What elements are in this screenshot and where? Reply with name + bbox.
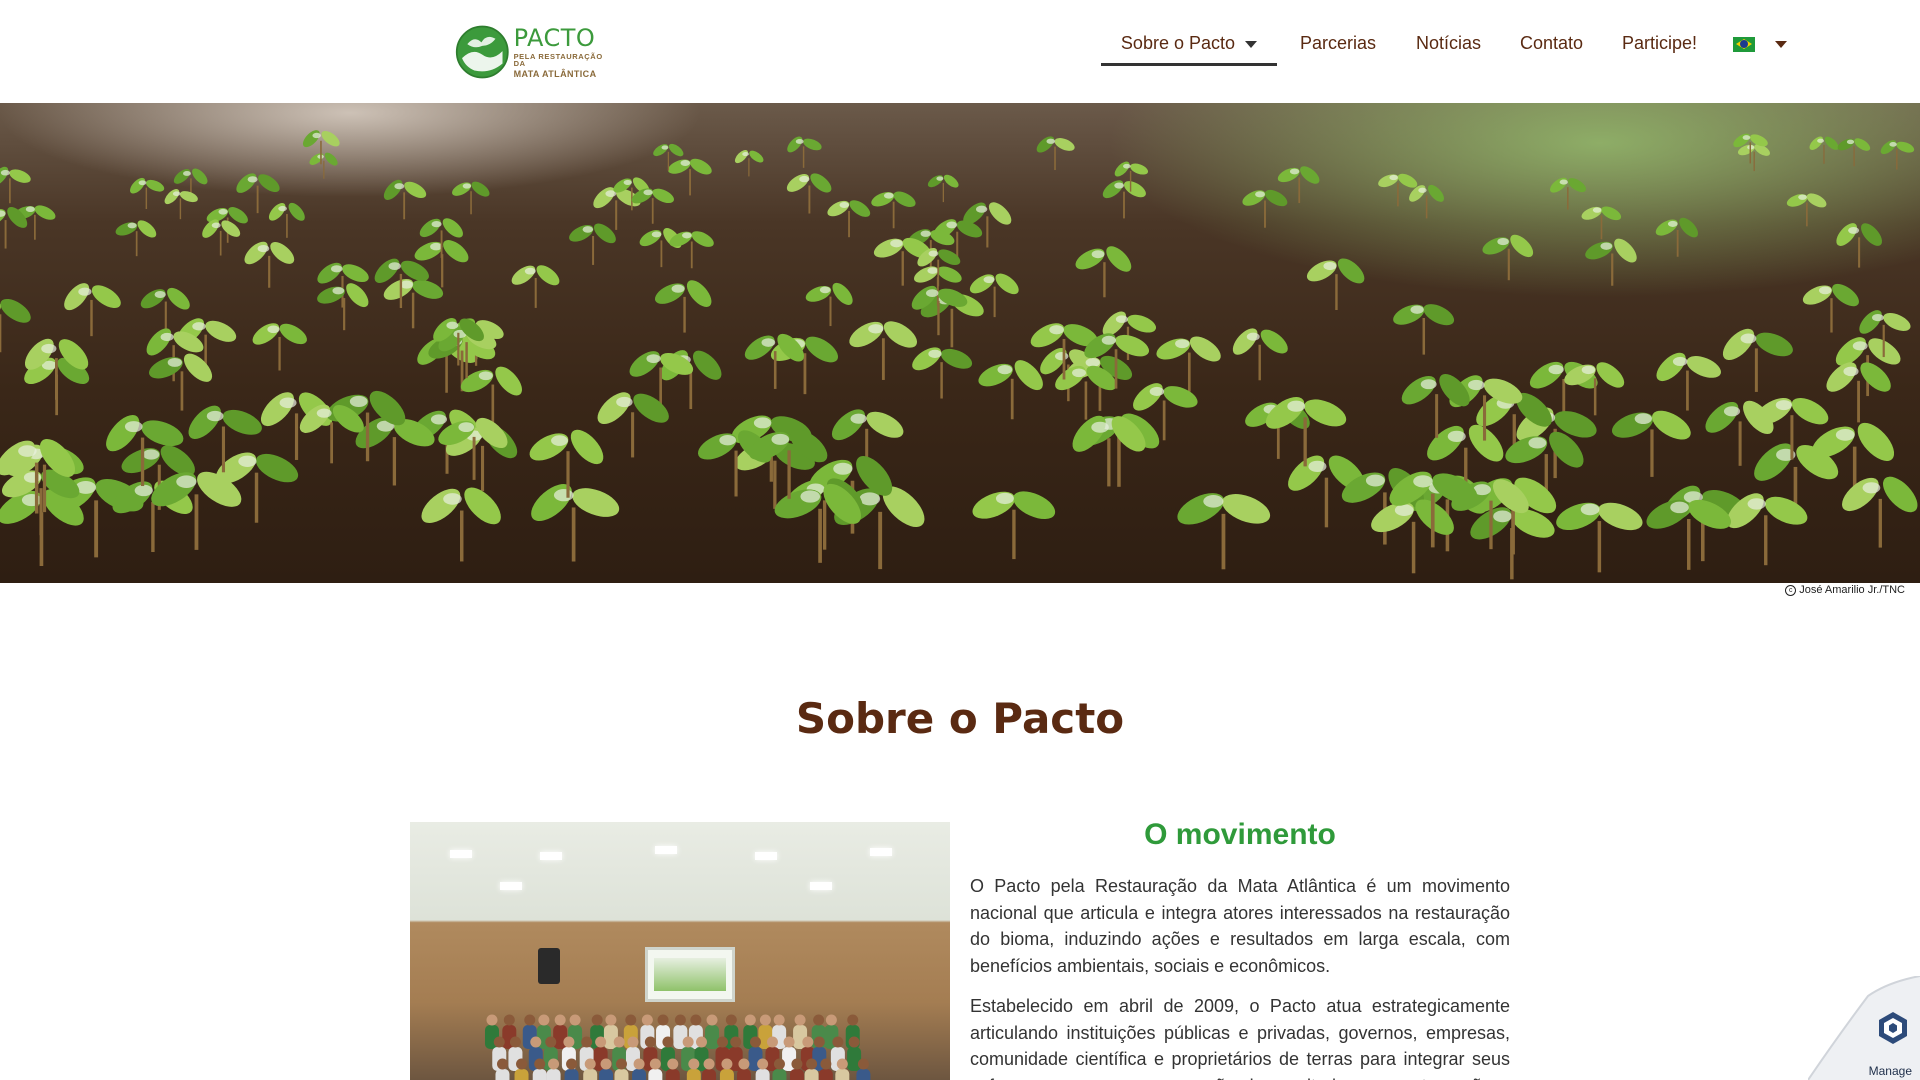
crowd-illustration (484, 1014, 871, 1080)
seedlings-illustration (0, 130, 1918, 580)
paragraph-1: O Pacto pela Restauração da Mata Atlânti… (970, 876, 1510, 976)
nav-item-label: Sobre o Pacto (1120, 33, 1235, 53)
nav-item-parcerias[interactable]: Parcerias (1300, 22, 1376, 64)
site-header: PACTO PELA RESTAURAÇÃO DA MATA ATLÂNTICA… (0, 0, 1920, 103)
copyright-icon: c (1785, 584, 1797, 596)
paragraph-2: Estabelecido em abril de 2009, o Pacto a… (970, 996, 1510, 1080)
nav-item-label: Participe! (1621, 33, 1697, 53)
brazil-flag-icon (1733, 36, 1755, 52)
photo-credit-text: José Amarilio Jr./TNC (1799, 584, 1905, 596)
logo-word: PACTO (513, 23, 596, 52)
group-photo (410, 822, 950, 1080)
manage-consent-button[interactable]: Manage (1808, 976, 1920, 1080)
nav-item-label: Contato (1519, 33, 1583, 53)
nav-item-label: Parcerias (1299, 33, 1376, 53)
logo-line-1: PELA RESTAURAÇÃO DA (513, 51, 603, 68)
manage-label: Manage (1868, 1064, 1912, 1078)
nav-item-noticias[interactable]: Notícias (1416, 22, 1481, 64)
nav-item-label: Notícias (1415, 33, 1481, 53)
language-switcher[interactable] (1733, 22, 1787, 64)
presentation-screen (645, 947, 735, 1002)
caret-down-icon (1775, 40, 1787, 48)
site-logo[interactable]: PACTO PELA RESTAURAÇÃO DA MATA ATLÂNTICA (455, 20, 605, 84)
logo-line-2: MATA ATLÂNTICA (513, 68, 597, 79)
nav-item-contato[interactable]: Contato (1520, 22, 1583, 64)
section-title: Sobre o Pacto (795, 694, 1125, 743)
caret-down-icon (1245, 40, 1257, 48)
nav-item-sobre-o-pacto[interactable]: Sobre o Pacto (1100, 22, 1277, 66)
photo-credit: c José Amarilio Jr./TNC (1785, 584, 1905, 596)
hero-banner-image (0, 103, 1920, 583)
section-subtitle: O movimento (1144, 818, 1336, 851)
pacto-logo-icon (455, 25, 509, 79)
nav-item-participe[interactable]: Participe! (1622, 22, 1697, 64)
logo-text: PACTO PELA RESTAURAÇÃO DA MATA ATLÂNTICA (514, 26, 605, 79)
